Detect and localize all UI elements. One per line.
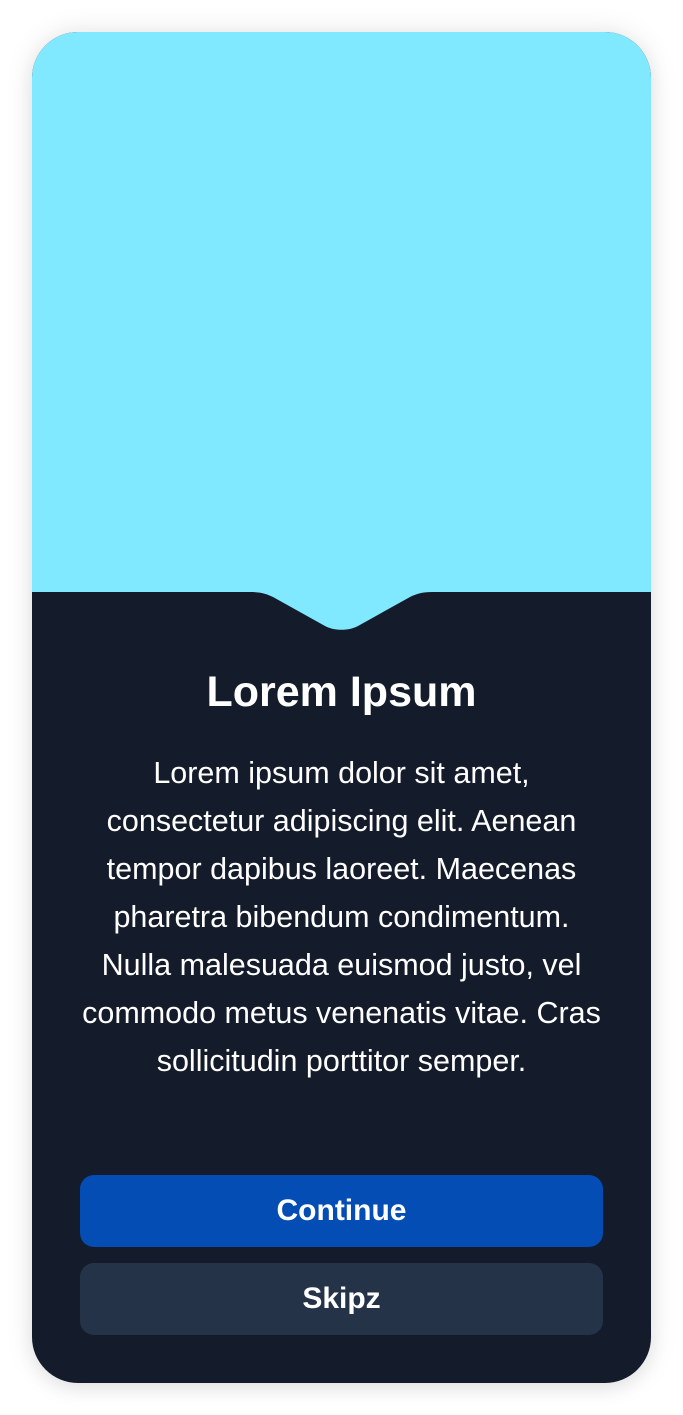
dialog-body-text: Lorem ipsum dolor sit amet, consectetur … — [82, 756, 601, 1078]
continue-button[interactable]: Continue — [80, 1175, 603, 1247]
pointer-notch — [32, 591, 651, 630]
dialog-title: Lorem Ipsum — [206, 668, 477, 716]
onboarding-card: Lorem Ipsum Lorem ipsum dolor sit amet, … — [32, 32, 651, 1383]
skip-button[interactable]: Skipz — [80, 1263, 603, 1335]
hero-illustration-area — [32, 32, 651, 592]
